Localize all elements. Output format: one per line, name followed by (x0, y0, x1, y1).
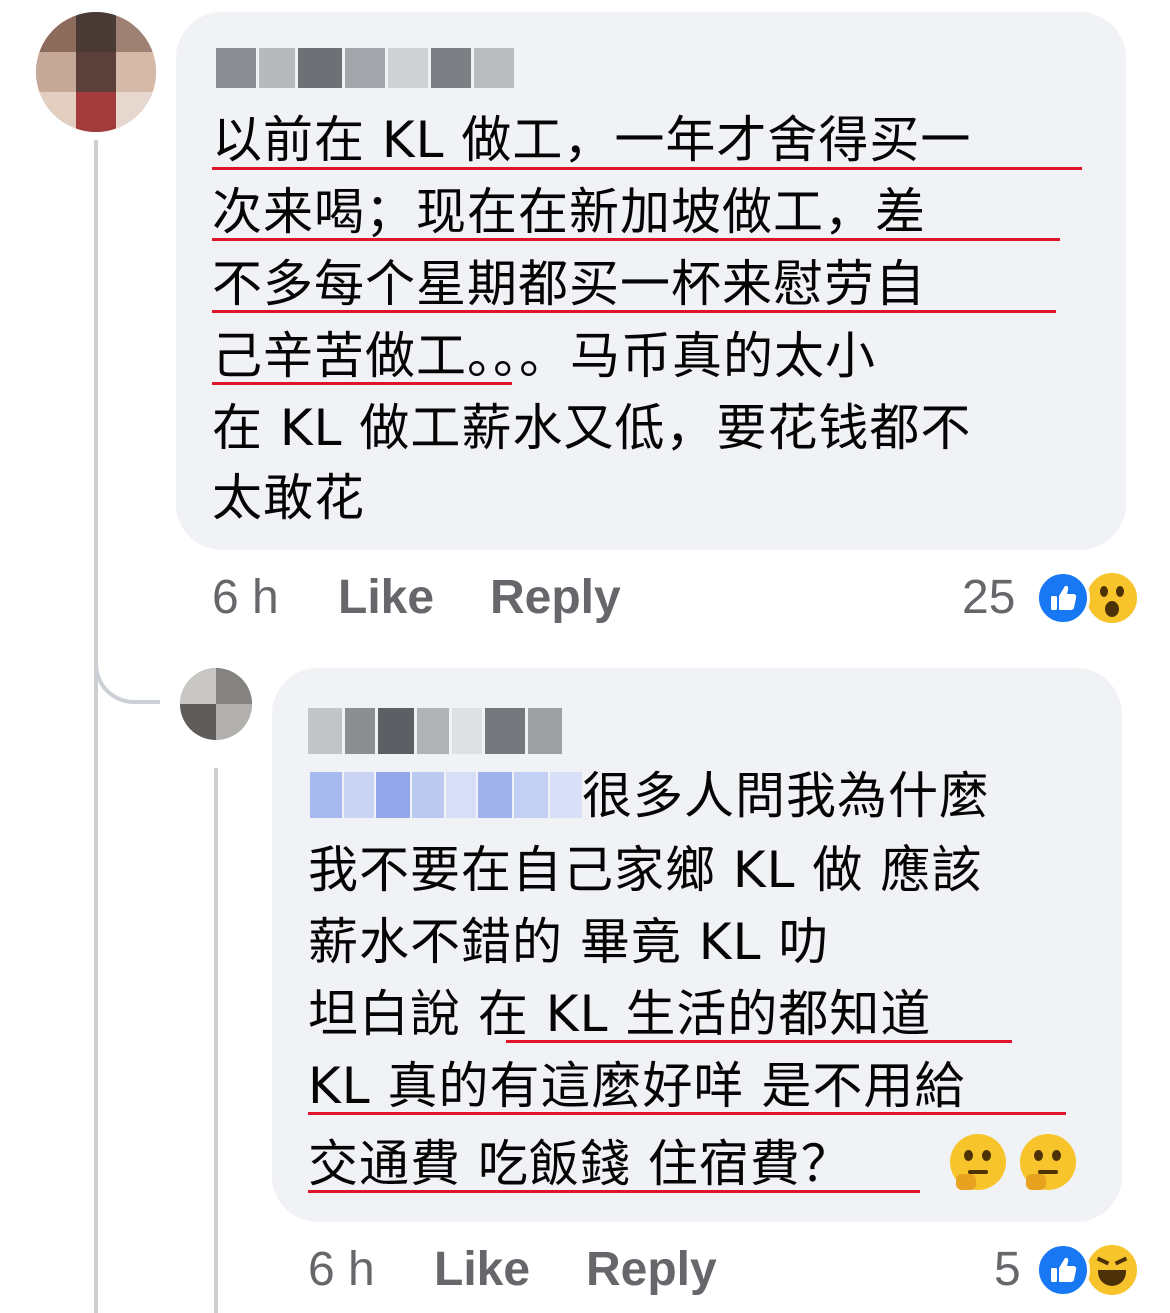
comment-text-line: 坦白說 在 KL 生活的都知道 (308, 985, 932, 1043)
thinking-face-emoji-icon (950, 1134, 1006, 1190)
comment-text-line: 薪水不錯的 畢竟 KL 叻 (308, 913, 830, 971)
comment-text-line: 不多每个星期都买一杯来慰劳自 (212, 255, 926, 313)
red-underline (308, 1112, 1066, 1115)
mention-tag[interactable] (310, 772, 582, 818)
comment-text-line: 很多人問我為什麼 (582, 767, 990, 825)
author-name[interactable] (308, 708, 562, 754)
author-name[interactable] (216, 48, 514, 88)
comment-text-line: 我不要在自己家鄉 KL 做 應該 (308, 841, 983, 899)
reaction-count: 5 (994, 1243, 1021, 1296)
comment-text-line: 交通費 吃飯錢 住宿費？ (308, 1135, 852, 1193)
red-underline (212, 310, 1056, 313)
avatar[interactable] (180, 668, 252, 740)
comment-text-line: 太敢花 (212, 469, 365, 527)
like-button[interactable]: Like (338, 570, 434, 626)
red-underline (212, 238, 1060, 241)
red-underline (308, 1190, 920, 1193)
reaction-count: 25 (962, 571, 1016, 624)
like-reaction-icon (1036, 571, 1090, 625)
like-button[interactable]: Like (434, 1242, 530, 1298)
timestamp[interactable]: 6 h (308, 1242, 375, 1298)
comment-text-line: 次来喝；现在在新加坡做工，差 (212, 183, 926, 241)
thread-connector (94, 640, 160, 704)
red-underline (506, 1040, 1012, 1043)
comment-text-line: KL 真的有這麼好咩 是不用給 (308, 1057, 966, 1115)
comment-text-line: 己辛苦做工。。。马币真的太小 (212, 327, 876, 385)
like-reaction-icon (1036, 1243, 1090, 1297)
red-underline (212, 167, 1082, 170)
comment-text-line: 以前在 KL 做工，一年才舍得买一 (212, 111, 972, 169)
laughing-emoji-icon (1084, 1242, 1140, 1298)
timestamp[interactable]: 6 h (212, 570, 279, 626)
reply-button[interactable]: Reply (490, 570, 621, 626)
comment-text-line: 在 KL 做工薪水又低，要花钱都不 (212, 399, 972, 457)
thread-line-main (94, 140, 98, 1313)
thread-line-reply (214, 768, 218, 1313)
avatar[interactable] (36, 12, 156, 132)
thinking-face-emoji-icon (1020, 1134, 1076, 1190)
wow-emoji-icon (1084, 570, 1140, 626)
reply-button[interactable]: Reply (586, 1242, 717, 1298)
red-underline (212, 382, 512, 385)
